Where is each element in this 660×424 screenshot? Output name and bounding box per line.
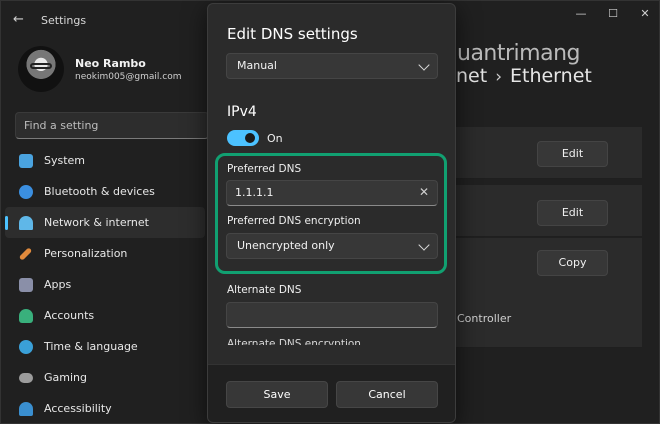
app-title: Settings <box>41 14 87 27</box>
alternate-dns-label: Alternate DNS <box>227 284 302 296</box>
toggle-label: On <box>267 132 283 145</box>
edit-dns-server-button[interactable]: Edit <box>537 200 608 226</box>
search-input[interactable]: Find a setting <box>15 112 209 139</box>
paintbrush-icon <box>18 246 33 261</box>
sidebar-item-time-language[interactable]: Time & language <box>5 331 205 362</box>
sidebar-item-system[interactable]: System <box>5 145 205 176</box>
ipv4-heading: IPv4 <box>227 104 257 120</box>
sidebar-item-label: Gaming <box>44 371 87 384</box>
sidebar-item-label: Apps <box>44 278 72 291</box>
dns-mode-value: Manual <box>237 59 277 72</box>
dialog-footer: Save Cancel <box>208 364 455 422</box>
highlight-annotation <box>215 153 447 274</box>
sidebar-item-label: System <box>44 154 86 167</box>
user-name: Neo Rambo <box>75 57 146 70</box>
breadcrumb-separator: › <box>495 67 502 87</box>
adapter-description: Controller <box>457 312 512 325</box>
ipv4-toggle[interactable] <box>227 130 259 146</box>
window-controls: — ☐ ✕ <box>565 1 660 31</box>
system-icon <box>19 153 33 168</box>
settings-window: ← Settings — ☐ ✕ Neo Rambo neokim005@gma… <box>0 0 660 424</box>
page-title: Ethernet <box>510 65 592 87</box>
wifi-icon <box>19 215 33 230</box>
sidebar-item-network[interactable]: Network & internet <box>5 207 205 238</box>
sidebar-item-label: Accounts <box>44 309 95 322</box>
sidebar-nav: System Bluetooth & devices Network & int… <box>1 145 209 424</box>
edit-dns-assignment-button[interactable]: Edit <box>537 141 608 167</box>
sidebar-item-accessibility[interactable]: Accessibility <box>5 393 205 424</box>
sidebar-item-bluetooth[interactable]: Bluetooth & devices <box>5 176 205 207</box>
back-arrow-icon[interactable]: ← <box>13 13 27 27</box>
save-button[interactable]: Save <box>226 381 328 408</box>
cancel-button[interactable]: Cancel <box>336 381 438 408</box>
alternate-dns-input[interactable] <box>226 302 438 328</box>
sidebar-item-label: Bluetooth & devices <box>44 185 155 198</box>
dns-mode-select[interactable]: Manual <box>226 53 438 79</box>
alternate-encryption-label: Alternate DNS encryption <box>227 338 361 345</box>
sidebar-item-accounts[interactable]: Accounts <box>5 300 205 331</box>
maximize-button[interactable]: ☐ <box>597 1 629 27</box>
sidebar-item-personalization[interactable]: Personalization <box>5 238 205 269</box>
breadcrumb-parent[interactable]: net <box>456 65 487 87</box>
dialog-title: Edit DNS settings <box>227 25 358 43</box>
close-button[interactable]: ✕ <box>629 1 660 27</box>
sidebar-item-label: Personalization <box>44 247 128 260</box>
minimize-button[interactable]: — <box>565 1 597 27</box>
user-email: neokim005@gmail.com <box>75 72 182 82</box>
toggle-knob <box>245 133 255 143</box>
person-icon <box>19 308 33 323</box>
sidebar-item-label: Network & internet <box>44 216 149 229</box>
accessibility-icon <box>19 401 33 416</box>
chevron-down-icon <box>418 59 430 71</box>
sidebar-item-label: Accessibility <box>44 402 112 415</box>
sidebar-item-label: Time & language <box>44 340 138 353</box>
copy-button[interactable]: Copy <box>537 250 608 276</box>
avatar[interactable] <box>18 46 64 92</box>
sidebar-item-gaming[interactable]: Gaming <box>5 362 205 393</box>
watermark-text: uantrimang <box>457 41 580 66</box>
gamepad-icon <box>19 372 33 383</box>
sidebar-item-apps[interactable]: Apps <box>5 269 205 300</box>
apps-icon <box>19 277 33 292</box>
bluetooth-icon <box>19 184 33 199</box>
globe-clock-icon <box>19 339 33 354</box>
breadcrumb: net › Ethernet <box>456 65 592 87</box>
